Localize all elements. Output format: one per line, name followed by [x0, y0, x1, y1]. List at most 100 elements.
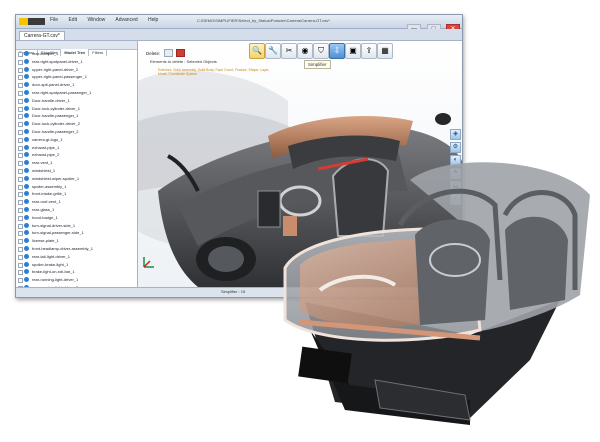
delete-apply-button[interactable]	[163, 49, 173, 57]
tree-item[interactable]: Door-lock-cylinder-driver_1	[16, 105, 137, 113]
tree-item[interactable]: rear-right-spotpanel-driver_1	[16, 58, 137, 66]
tree-item[interactable]: spoiler-assembly_1	[16, 183, 137, 191]
menu-item-edit[interactable]: Edit	[68, 17, 77, 23]
expand-icon[interactable]	[18, 254, 23, 260]
visibility-icon[interactable]	[24, 66, 29, 72]
tree-item[interactable]: spoiler-brake-light_1	[16, 261, 137, 269]
expand-icon[interactable]	[18, 231, 23, 237]
expand-icon[interactable]	[18, 278, 23, 284]
tree-item[interactable]: exhaust-pipe_2	[16, 151, 137, 159]
expand-icon[interactable]	[18, 176, 23, 182]
visibility-icon[interactable]	[24, 136, 29, 142]
visibility-icon[interactable]	[24, 128, 29, 134]
tree-item[interactable]: rear-running-light-driver_1	[16, 276, 137, 284]
export-tool-button[interactable]: ⇪	[361, 43, 377, 59]
tree-item[interactable]: Door-handle-passenger_2	[16, 128, 137, 136]
visibility-icon[interactable]	[24, 58, 29, 64]
download-tool-button[interactable]: ⇩	[329, 43, 345, 59]
expand-icon[interactable]	[18, 262, 23, 268]
visibility-icon[interactable]	[24, 238, 29, 244]
visibility-icon[interactable]	[24, 230, 29, 236]
expand-icon[interactable]	[18, 52, 23, 57]
expand-icon[interactable]	[18, 192, 23, 198]
visibility-icon[interactable]	[24, 183, 29, 189]
menu-item-file[interactable]: File	[50, 17, 58, 23]
tree-item[interactable]: rear-tail-light-driver_1	[16, 253, 137, 261]
visibility-icon[interactable]	[24, 277, 29, 283]
tree-item[interactable]: windshield-wiper-spoiler_1	[16, 175, 137, 183]
tree-item[interactable]: turn-signal-driver-side_1	[16, 222, 137, 230]
view-tool-button[interactable]: ⬓	[450, 181, 461, 192]
expand-icon[interactable]	[18, 106, 23, 112]
expand-icon[interactable]	[18, 145, 23, 151]
visibility-icon[interactable]	[24, 214, 29, 220]
expand-icon[interactable]	[18, 75, 23, 81]
search-tool-button[interactable]: 🔍	[249, 43, 265, 59]
tree-item[interactable]: door-spit-panel-driver_1	[16, 81, 137, 89]
visibility-icon[interactable]	[24, 144, 29, 150]
tree-item[interactable]: Door-lock-cylinder-driver_2	[16, 120, 137, 128]
expand-icon[interactable]	[18, 137, 23, 143]
visibility-icon[interactable]	[24, 269, 29, 275]
expand-icon[interactable]	[18, 246, 23, 252]
expand-icon[interactable]	[18, 215, 23, 221]
view-tool-button[interactable]: ◈	[450, 129, 461, 140]
visibility-icon[interactable]	[24, 160, 29, 166]
visibility-icon[interactable]	[24, 105, 29, 111]
3d-viewport[interactable]: Delete: Elements to delete : Selected Ob…	[138, 41, 462, 287]
visibility-icon[interactable]	[24, 261, 29, 267]
expand-icon[interactable]	[18, 114, 23, 120]
wrench-tool-button[interactable]: 🔧	[265, 43, 281, 59]
tree-item[interactable]: brake-light-on-roll-bar_1	[16, 268, 137, 276]
tree-item[interactable]: rear-bumper_1	[16, 50, 137, 58]
visibility-icon[interactable]	[24, 89, 29, 95]
expand-icon[interactable]	[18, 90, 23, 96]
tree-item[interactable]: front-headlamp-driver-assembly_1	[16, 245, 137, 253]
view-tool-button[interactable]: ⚙	[450, 142, 461, 153]
expand-icon[interactable]	[18, 122, 23, 128]
expand-icon[interactable]	[18, 184, 23, 190]
tree-item[interactable]: hood-badge_1	[16, 214, 137, 222]
shield-tool-button[interactable]: ⛉	[313, 43, 329, 59]
visibility-icon[interactable]	[24, 175, 29, 181]
expand-icon[interactable]	[18, 161, 23, 167]
visibility-icon[interactable]	[24, 167, 29, 173]
delete-cancel-button[interactable]	[175, 49, 185, 57]
tree-item[interactable]: upper-right-panel-passenger_1	[16, 73, 137, 81]
camera-tool-button[interactable]: ◉	[297, 43, 313, 59]
expand-icon[interactable]	[18, 200, 23, 206]
visibility-icon[interactable]	[24, 113, 29, 119]
view-tool-button[interactable]: ⚑	[450, 168, 461, 179]
expand-icon[interactable]	[18, 270, 23, 276]
view-tool-button[interactable]: ◐	[450, 155, 461, 166]
tree-item[interactable]: rear-roof-vent_1	[16, 198, 137, 206]
expand-icon[interactable]	[18, 67, 23, 73]
tree-item[interactable]: turn-signal-passenger-side_1	[16, 229, 137, 237]
visibility-icon[interactable]	[24, 222, 29, 228]
expand-icon[interactable]	[18, 153, 23, 159]
grid-tool-button[interactable]: ▦	[377, 43, 393, 59]
visibility-icon[interactable]	[24, 152, 29, 158]
expand-icon[interactable]	[18, 168, 23, 174]
menu-item-window[interactable]: Window	[87, 17, 105, 23]
tree-item[interactable]: license-plate_1	[16, 237, 137, 245]
tree-item[interactable]: upper-right-panel-driver_2	[16, 66, 137, 74]
tree-item[interactable]: windshield_1	[16, 167, 137, 175]
layers-tool-button[interactable]: ▣	[345, 43, 361, 59]
expand-icon[interactable]	[18, 129, 23, 135]
visibility-icon[interactable]	[24, 121, 29, 127]
tree-item[interactable]: carrera-gt-logo_1	[16, 136, 137, 144]
menu-item-advanced[interactable]: Advanced	[115, 17, 137, 23]
tree-item[interactable]: rear-glass_1	[16, 206, 137, 214]
view-tool-button[interactable]: ✓	[450, 194, 461, 205]
tree-item[interactable]: rear-vent_1	[16, 159, 137, 167]
tree-item[interactable]: rear-right-spotpanel-passenger_1	[16, 89, 137, 97]
visibility-icon[interactable]	[24, 199, 29, 205]
expand-icon[interactable]	[18, 83, 23, 89]
expand-icon[interactable]	[18, 223, 23, 229]
visibility-icon[interactable]	[24, 97, 29, 103]
menu-item-help[interactable]: Help	[148, 17, 158, 23]
tree-item[interactable]: Door-handle-passenger_1	[16, 112, 137, 120]
visibility-icon[interactable]	[24, 206, 29, 212]
visibility-icon[interactable]	[24, 74, 29, 80]
